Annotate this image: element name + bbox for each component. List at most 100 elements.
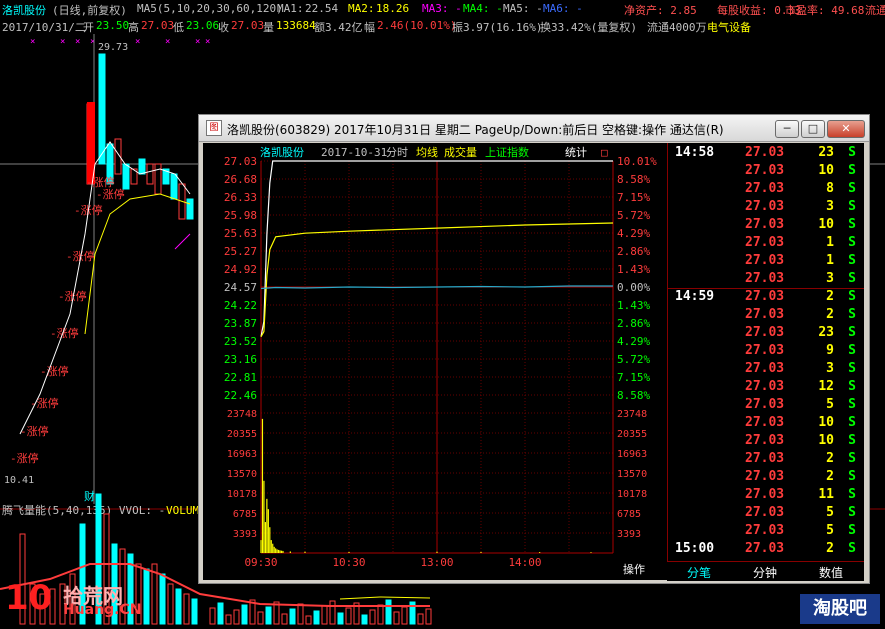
liquidity-label: 流通 (865, 4, 885, 17)
tick-divider (667, 288, 864, 289)
tick-row: 27.03 1 S (667, 235, 864, 253)
price-tick-label: 24.22 (224, 299, 257, 312)
kline-candle (98, 53, 106, 165)
percent-axis: 10.01% 8.58% 7.15% 5.72% 4.29% 2.86% 1.43% 0.00… (617, 155, 657, 402)
percent-tick-label: 8.58% (617, 173, 650, 186)
tick-side: S (848, 523, 856, 538)
window-body: 洛凯股份 2017-10-31 分时 均线 成交量 上证指数 统计 □ 27.0… (203, 143, 864, 581)
volume-value: 133684 (276, 19, 316, 32)
tick-side: S (848, 271, 856, 286)
limit-up-label: -涨停 (86, 175, 115, 189)
tick-volume: 12 (818, 379, 834, 394)
tick-tabs: 分笔 分钟 数值 (667, 561, 864, 581)
tick-side: S (848, 163, 856, 178)
ma6-label: MA6: - (543, 2, 583, 15)
price-tick-label: 26.68 (224, 173, 257, 186)
tick-side: S (848, 433, 856, 448)
tick-price: 27.03 (745, 505, 785, 520)
period-label[interactable]: (日线,前复权) (52, 2, 127, 18)
svg-text:×: × (135, 37, 140, 47)
daily-volume-bar (159, 573, 166, 625)
stats-toggle-icon[interactable]: □ (601, 146, 608, 159)
daily-volume-bar (417, 613, 424, 625)
percent-tick-label: 5.72% (617, 209, 650, 222)
percent-tick-label: 7.15% (617, 371, 650, 384)
quote-row: 2017/10/31/二 开 23.50 高 27.03 低 23.06 收 2… (0, 18, 885, 34)
volume-toggle-label[interactable]: 成交量 (444, 145, 477, 159)
kline-candle (186, 198, 194, 220)
tick-price: 27.03 (745, 541, 785, 556)
window-title: 洛凯股份(603829) 2017年10月31日 星期二 PageUp/Down… (227, 123, 724, 137)
daily-volume-bar (257, 611, 264, 625)
tick-volume: 5 (826, 505, 834, 520)
tick-price: 27.03 (745, 343, 785, 358)
tick-volume: 8 (826, 181, 834, 196)
limit-up-label: -涨停 (96, 187, 125, 201)
tick-volume: 10 (818, 433, 834, 448)
daily-volume-bar (377, 604, 384, 625)
window-titlebar[interactable]: 图 洛凯股份(603829) 2017年10月31日 星期二 PageUp/Do… (199, 115, 869, 142)
high-label: 高 (128, 21, 139, 34)
tick-row: 27.03 9 S (667, 343, 864, 361)
volume-tick-label: 3393 (233, 529, 257, 540)
stock-name[interactable]: 洛凯股份 (2, 2, 46, 18)
tick-side: S (848, 505, 856, 520)
tick-list[interactable]: 14:58 27.03 23 S 27.03 10 S 27.03 8 S 27.03 3 S 27.03… (667, 143, 864, 565)
tick-volume: 2 (826, 307, 834, 322)
avg-line-label: 均线 (416, 145, 438, 159)
tick-volume: 3 (826, 199, 834, 214)
close-button[interactable]: ✕ (827, 120, 865, 138)
kline-candle (154, 163, 162, 195)
volume-tick-label: 20355 (227, 429, 257, 440)
pe-ratio: 市盈率: 49.68 (785, 4, 865, 17)
minimize-button[interactable]: ─ (775, 120, 799, 138)
tick-volume: 2 (826, 469, 834, 484)
tick-volume: 10 (818, 217, 834, 232)
daily-volume-bar (209, 607, 216, 625)
tab-value[interactable]: 数值 (819, 564, 843, 581)
daily-volume-bar (401, 606, 408, 625)
change-value: 2.46(10.01%) (377, 19, 457, 32)
svg-text:×: × (195, 37, 200, 47)
daily-volume-bar (289, 608, 296, 625)
percent-tick-label: 8.58% (617, 389, 650, 402)
tick-row: 27.03 10 S (667, 415, 864, 433)
tick-price: 27.03 (745, 325, 785, 340)
volume-tick-label: 23748 (227, 409, 257, 420)
finance-marker[interactable]: 财 (84, 489, 95, 503)
tab-minute[interactable]: 分钟 (753, 564, 777, 581)
chart-date: 2017-10-31 (321, 146, 387, 159)
percent-tick-label: 10.01% (617, 155, 657, 168)
operate-button[interactable]: 操作 (623, 562, 645, 576)
daily-volume-bar (305, 615, 312, 625)
volume-tick-label: 16963 (227, 449, 257, 460)
tab-ticks[interactable]: 分笔 (687, 564, 711, 581)
tick-side: S (848, 415, 856, 430)
volume-tick-label: 16963 (617, 449, 647, 460)
daily-volume-bar (321, 605, 328, 625)
kline-candle (146, 163, 154, 185)
price-tick-label: 26.33 (224, 191, 257, 204)
volume-tick-label: 3393 (617, 529, 641, 540)
tick-side: S (848, 379, 856, 394)
intraday-chart[interactable]: 洛凯股份 2017-10-31 分时 均线 成交量 上证指数 统计 □ 27.0… (203, 143, 667, 580)
close-label: 收 (218, 21, 229, 34)
tick-volume: 2 (826, 541, 834, 556)
top-info-bar: 洛凯股份 (日线,前复权) MA5(5,10,20,30,60,120) MA1… (0, 0, 885, 18)
volume-tick-label: 10178 (227, 489, 257, 500)
tick-row: 27.03 2 S (667, 307, 864, 325)
ma3-line (174, 233, 191, 250)
tick-row: 27.03 5 S (667, 397, 864, 415)
intraday-window[interactable]: 图 洛凯股份(603829) 2017年10月31日 星期二 PageUp/Do… (198, 114, 870, 584)
index-overlay-label[interactable]: 上证指数 (485, 145, 529, 159)
indicator-label[interactable]: 腾飞量能(5,40,135) VVOL: - (2, 503, 165, 517)
volume-ma-yellow (339, 596, 431, 600)
svg-text:×: × (75, 37, 80, 47)
stats-label[interactable]: 统计 (565, 146, 587, 159)
net-asset: 净资产: 2.85 (624, 4, 697, 17)
svg-text:×: × (165, 37, 170, 47)
maximize-button[interactable]: □ (801, 120, 825, 138)
tick-price: 27.03 (745, 253, 785, 268)
daily-volume-bar (167, 583, 174, 625)
tick-price: 27.03 (745, 271, 785, 286)
